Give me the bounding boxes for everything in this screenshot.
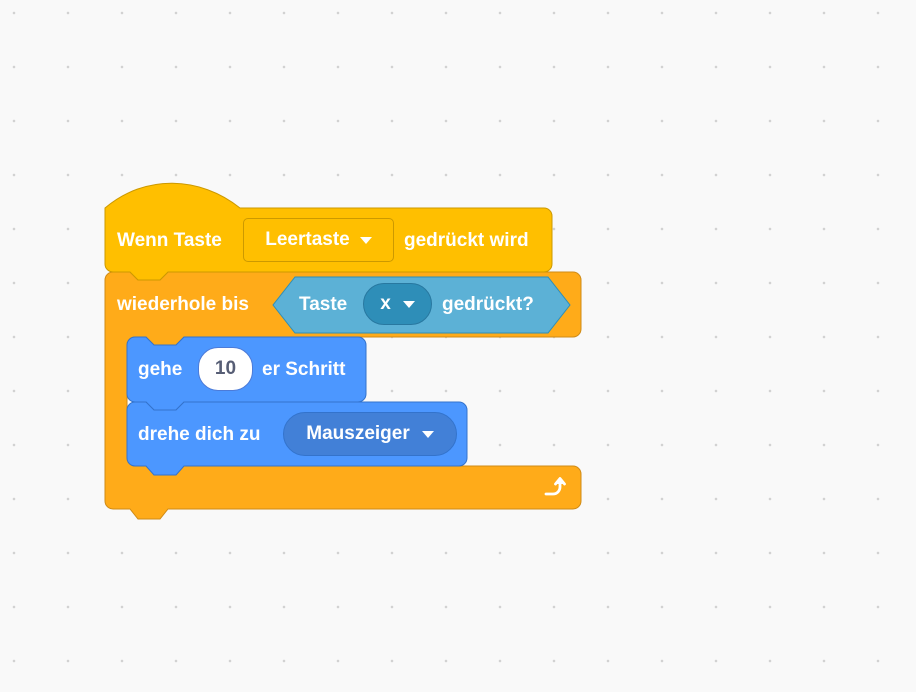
- when-key-pressed-label[interactable]: gedrückt wird: [404, 229, 529, 253]
- condition-pressed-label[interactable]: gedrückt?: [442, 293, 534, 317]
- condition-key-label[interactable]: Taste: [299, 293, 347, 317]
- chevron-down-icon: [402, 300, 415, 308]
- condition-key-dropdown[interactable]: x: [363, 283, 432, 325]
- code-workspace[interactable]: Wenn Taste Leertaste gedrückt wird wiede…: [0, 0, 916, 692]
- steps-label[interactable]: er Schritt: [262, 358, 345, 382]
- target-dropdown-value: Mauszeiger: [306, 423, 410, 444]
- steps-input[interactable]: 10: [198, 347, 253, 391]
- when-key-label[interactable]: Wenn Taste: [117, 229, 222, 253]
- chevron-down-icon: [359, 236, 372, 244]
- target-dropdown[interactable]: Mauszeiger: [283, 412, 457, 456]
- chevron-down-icon: [421, 430, 434, 438]
- repeat-until-label[interactable]: wiederhole bis: [117, 293, 249, 317]
- point-towards-label[interactable]: drehe dich zu: [138, 423, 260, 447]
- move-label[interactable]: gehe: [138, 358, 182, 382]
- key-dropdown-value: Leertaste: [265, 229, 350, 250]
- key-dropdown[interactable]: Leertaste: [243, 218, 394, 262]
- block-shapes: [104, 182, 582, 520]
- condition-key-value: x: [380, 293, 391, 314]
